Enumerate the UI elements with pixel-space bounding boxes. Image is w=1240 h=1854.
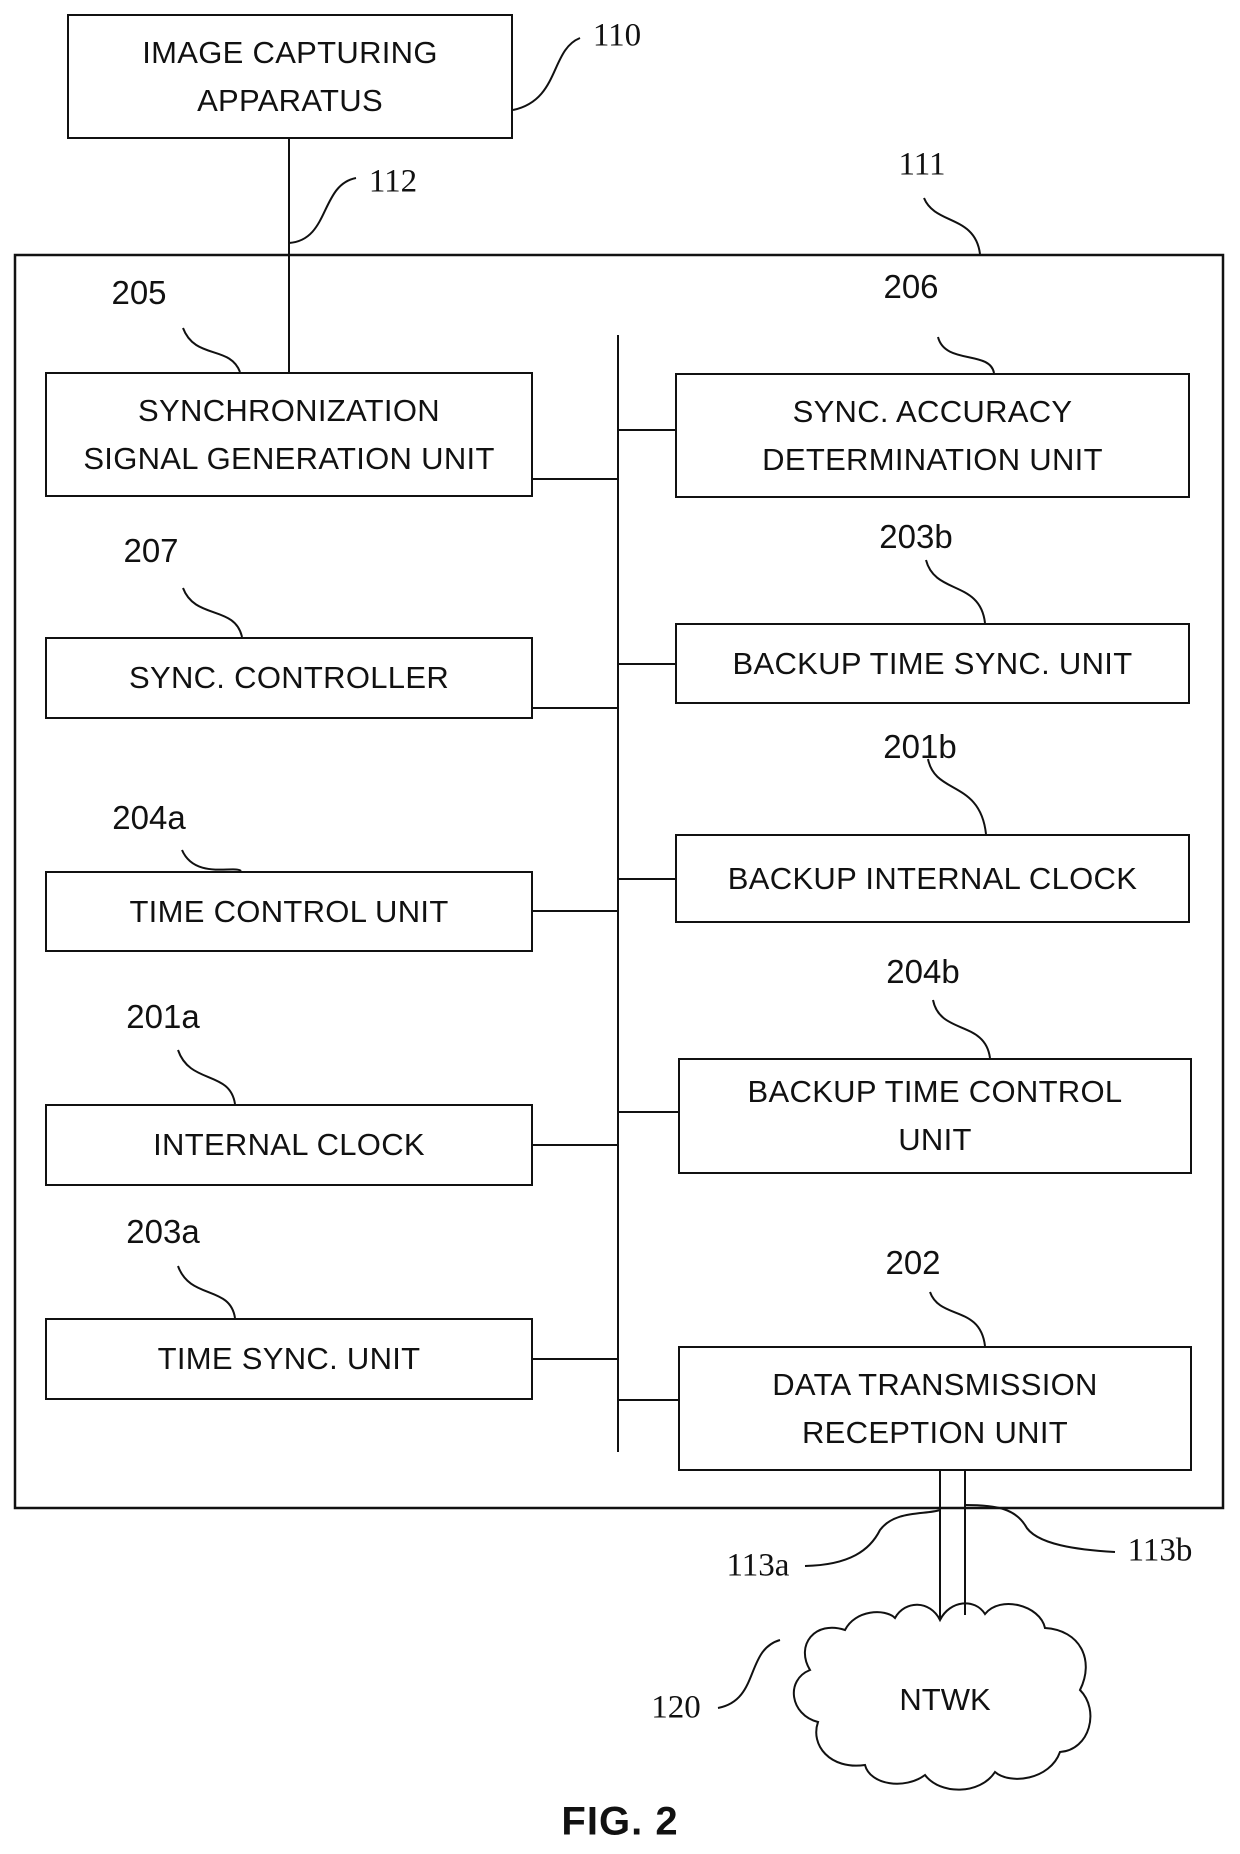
sync-signal-generation-unit: SYNCHRONIZATION SIGNAL GENERATION UNIT	[45, 372, 533, 497]
leader-203a	[177, 1265, 236, 1319]
leader-204b	[932, 999, 991, 1059]
leader-113a	[804, 1509, 941, 1567]
ref-label-204b: 204b	[886, 953, 960, 990]
data-transmission-reception-unit: DATA TRANSMISSION RECEPTION UNIT	[678, 1346, 1192, 1471]
ref-label-206: 206	[883, 268, 939, 305]
ref-label-202: 202	[885, 1244, 941, 1281]
image-capturing-apparatus-block: IMAGE CAPTURING APPARATUS	[67, 14, 513, 139]
sync-accuracy-determination-unit: SYNC. ACCURACY DETERMINATION UNIT	[675, 373, 1190, 498]
leader-204a	[181, 849, 242, 872]
leader-203b	[925, 559, 986, 624]
backup-time-control-unit: BACKUP TIME CONTROL UNIT	[678, 1058, 1192, 1174]
ref-label-120: 120	[651, 1689, 701, 1726]
ref-label-204a: 204a	[112, 799, 186, 836]
leader-202	[929, 1291, 986, 1347]
ref-label-112: 112	[368, 163, 418, 200]
network-label: NTWK	[899, 1682, 991, 1717]
ref-label-110: 110	[592, 17, 642, 54]
sync-controller: SYNC. CONTROLLER	[45, 637, 533, 719]
leader-201a	[177, 1049, 236, 1105]
time-sync-unit: TIME SYNC. UNIT	[45, 1318, 533, 1400]
ref-label-205: 205	[111, 274, 167, 311]
ref-label-201b: 201b	[883, 728, 957, 765]
ref-label-113a: 113a	[726, 1547, 790, 1584]
figure-caption: FIG. 2	[561, 1799, 679, 1844]
ref-label-113b: 113b	[1127, 1532, 1193, 1569]
leader-201b	[927, 758, 987, 835]
leader-111	[923, 197, 981, 255]
backup-time-sync-unit: BACKUP TIME SYNC. UNIT	[675, 623, 1190, 704]
leader-113b	[964, 1504, 1116, 1553]
leader-205	[182, 327, 241, 373]
leader-120	[717, 1639, 781, 1709]
leader-206	[937, 336, 995, 374]
ref-label-207: 207	[123, 532, 179, 569]
ref-label-201a: 201a	[126, 998, 200, 1035]
ref-label-203a: 203a	[126, 1213, 200, 1250]
time-control-unit: TIME CONTROL UNIT	[45, 871, 533, 952]
ref-label-111: 111	[898, 146, 946, 183]
leader-112	[288, 177, 357, 244]
leader-110	[512, 37, 581, 111]
leader-207	[182, 587, 243, 638]
ref-label-203b: 203b	[879, 518, 953, 555]
backup-internal-clock: BACKUP INTERNAL CLOCK	[675, 834, 1190, 923]
internal-clock: INTERNAL CLOCK	[45, 1104, 533, 1186]
